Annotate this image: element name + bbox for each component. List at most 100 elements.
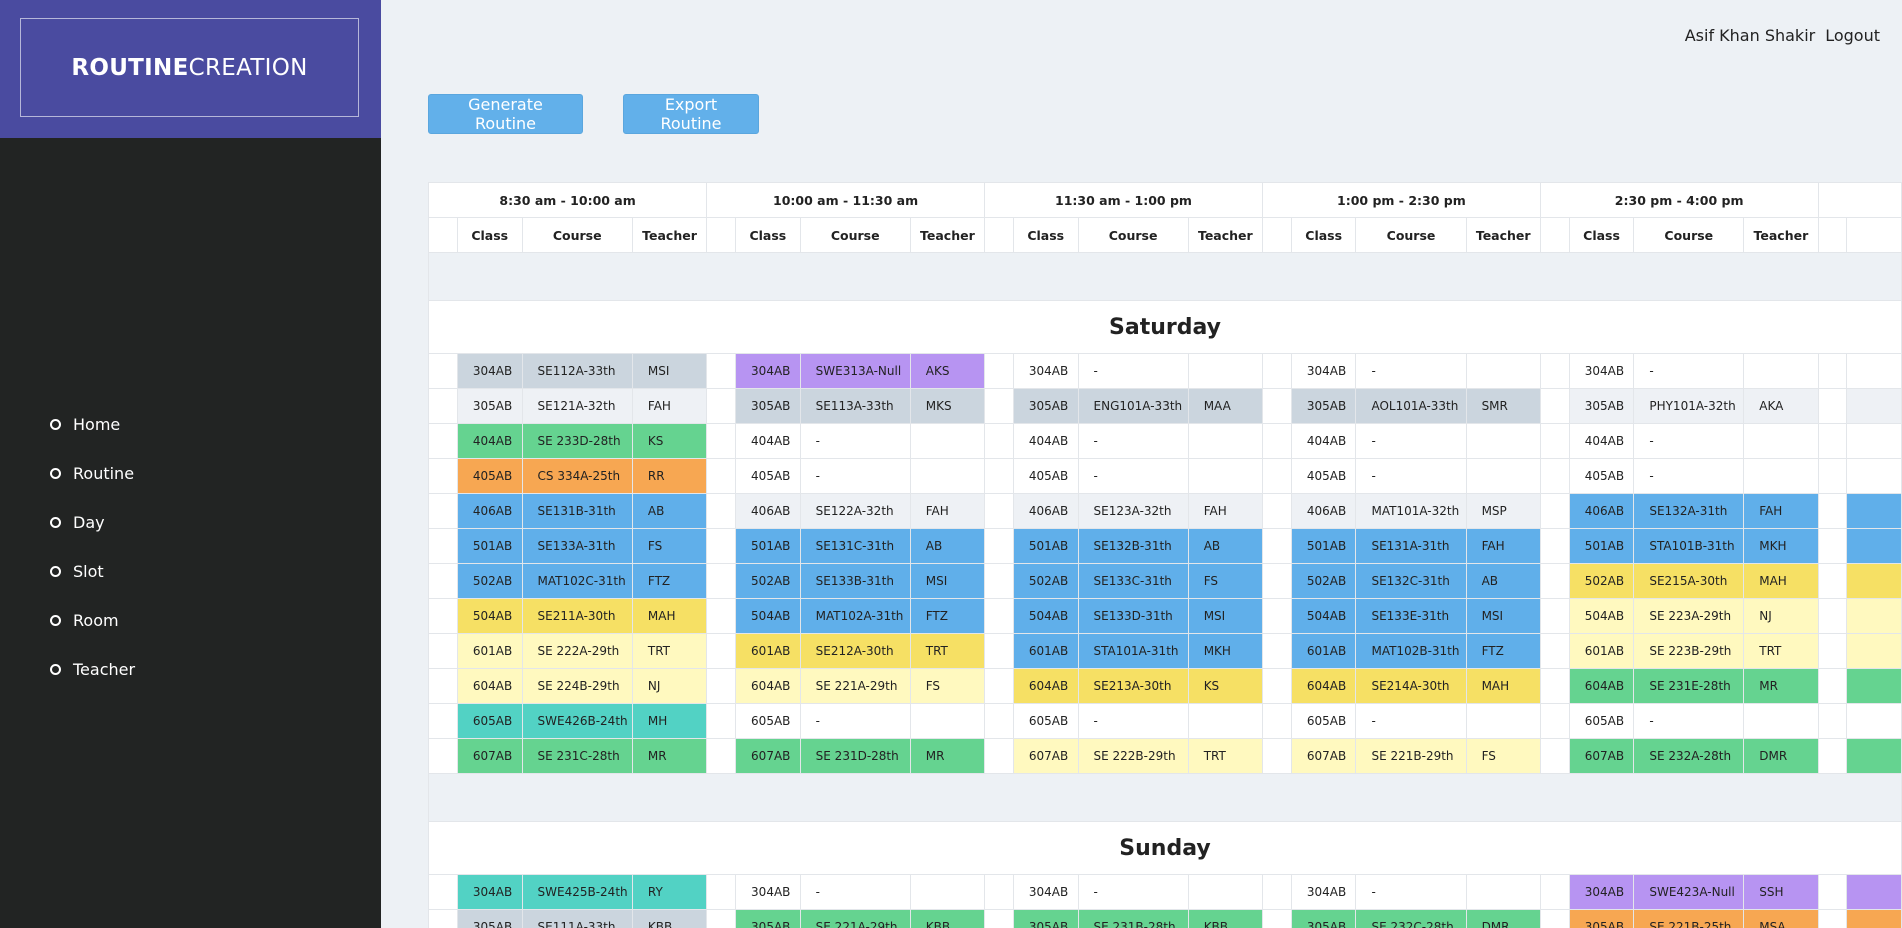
teacher-cell[interactable]: TRT — [1187, 738, 1263, 774]
course-cell[interactable]: SE 221B-29th — [1355, 738, 1467, 774]
teacher-cell[interactable]: MR — [631, 738, 708, 774]
class-cell[interactable]: 604AB — [1290, 668, 1357, 704]
nav-item-slot[interactable]: Slot — [50, 547, 135, 596]
teacher-cell[interactable]: TRT — [909, 633, 986, 669]
routine-table-container[interactable]: 8:30 am - 10:00 am 10:00 am - 11:30 am 11:… — [428, 182, 1902, 928]
class-cell[interactable]: 405AB — [735, 458, 801, 494]
teacher-cell[interactable]: MKS — [909, 388, 986, 424]
course-cell[interactable]: CS 334A-25th — [521, 458, 633, 494]
course-cell[interactable]: - — [1077, 703, 1189, 739]
class-cell[interactable]: 501AB — [735, 528, 801, 564]
class-cell[interactable]: 405AB — [456, 458, 523, 494]
class-cell[interactable]: 305AB — [1568, 388, 1635, 424]
teacher-cell[interactable] — [909, 874, 986, 910]
course-cell[interactable]: SE131B-31th — [521, 493, 633, 529]
course-cell[interactable]: SE 231E-28th — [1633, 668, 1745, 704]
class-cell[interactable]: 304AB — [456, 353, 523, 389]
class-cell[interactable]: 305AB — [1012, 388, 1079, 424]
teacher-cell[interactable] — [1187, 458, 1263, 494]
teacher-cell[interactable]: SSH — [1743, 874, 1819, 910]
class-cell[interactable]: 601AB — [1568, 633, 1635, 669]
teacher-cell[interactable] — [1187, 353, 1263, 389]
teacher-cell[interactable] — [1465, 353, 1541, 389]
course-cell[interactable]: SE 232A-28th — [1633, 738, 1745, 774]
class-cell[interactable]: 405AB — [1290, 458, 1357, 494]
course-cell[interactable]: SE 224B-29th — [521, 668, 633, 704]
class-cell[interactable]: 604AB — [456, 668, 523, 704]
course-cell[interactable]: - — [799, 423, 911, 459]
teacher-cell[interactable]: FTZ — [1465, 633, 1541, 669]
teacher-cell[interactable]: FTZ — [631, 563, 708, 599]
class-cell[interactable]: 502AB — [735, 563, 801, 599]
course-cell[interactable]: SE214A-30th — [1355, 668, 1467, 704]
course-cell[interactable]: - — [1077, 874, 1189, 910]
class-cell[interactable]: 601AB — [735, 633, 801, 669]
course-cell[interactable]: SE132C-31th — [1355, 563, 1467, 599]
teacher-cell[interactable] — [909, 458, 986, 494]
course-cell[interactable]: - — [799, 874, 911, 910]
nav-item-teacher[interactable]: Teacher — [50, 645, 135, 694]
teacher-cell[interactable]: FAH — [631, 388, 708, 424]
teacher-cell[interactable]: MKH — [1187, 633, 1263, 669]
course-cell[interactable]: SE122A-32th — [799, 493, 911, 529]
course-cell[interactable]: SE132A-31th — [1633, 493, 1745, 529]
course-cell[interactable]: STA101B-31th — [1633, 528, 1745, 564]
teacher-cell[interactable]: MSI — [1187, 598, 1263, 634]
user-name[interactable]: Asif Khan Shakir — [1685, 26, 1816, 45]
course-cell[interactable]: SE133C-31th — [1077, 563, 1189, 599]
class-cell[interactable]: 305AB — [1568, 909, 1635, 928]
teacher-cell[interactable] — [909, 703, 986, 739]
teacher-cell[interactable]: NJ — [1743, 598, 1819, 634]
class-cell[interactable]: 406AB — [1290, 493, 1357, 529]
class-cell[interactable]: 605AB — [1012, 703, 1079, 739]
course-cell[interactable]: SE 222B-29th — [1077, 738, 1189, 774]
teacher-cell[interactable]: MSI — [631, 353, 708, 389]
class-cell[interactable]: 406AB — [735, 493, 801, 529]
course-cell[interactable]: MAT101A-32th — [1355, 493, 1467, 529]
class-cell[interactable]: 501AB — [1290, 528, 1357, 564]
teacher-cell[interactable]: FS — [631, 528, 708, 564]
course-cell[interactable]: PHY101A-32th — [1633, 388, 1745, 424]
class-cell[interactable]: 501AB — [1012, 528, 1079, 564]
teacher-cell[interactable]: FAH — [1743, 493, 1819, 529]
course-cell[interactable]: SE131A-31th — [1355, 528, 1467, 564]
class-cell[interactable]: 305AB — [1290, 909, 1357, 928]
course-cell[interactable]: MAT102A-31th — [799, 598, 911, 634]
teacher-cell[interactable] — [1465, 703, 1541, 739]
teacher-cell[interactable]: KBB — [631, 909, 708, 928]
teacher-cell[interactable]: FTZ — [909, 598, 986, 634]
class-cell[interactable]: 501AB — [456, 528, 523, 564]
teacher-cell[interactable]: AB — [909, 528, 986, 564]
course-cell[interactable]: SWE426B-24th — [521, 703, 633, 739]
class-cell[interactable]: 304AB — [735, 874, 801, 910]
teacher-cell[interactable]: DMR — [1465, 909, 1541, 928]
nav-item-home[interactable]: Home — [50, 400, 135, 449]
class-cell[interactable]: 404AB — [735, 423, 801, 459]
generate-routine-button[interactable]: Generate Routine — [428, 94, 583, 134]
class-cell[interactable]: 404AB — [1568, 423, 1635, 459]
teacher-cell[interactable]: AKA — [1743, 388, 1819, 424]
class-cell[interactable]: 504AB — [1012, 598, 1079, 634]
teacher-cell[interactable] — [1187, 703, 1263, 739]
class-cell[interactable]: 304AB — [1568, 874, 1635, 910]
teacher-cell[interactable]: TRT — [631, 633, 708, 669]
teacher-cell[interactable]: AKS — [909, 353, 986, 389]
teacher-cell[interactable]: TRT — [1743, 633, 1819, 669]
nav-item-room[interactable]: Room — [50, 596, 135, 645]
teacher-cell[interactable]: RY — [631, 874, 708, 910]
teacher-cell[interactable]: MSI — [1465, 598, 1541, 634]
class-cell[interactable]: 304AB — [1568, 353, 1635, 389]
teacher-cell[interactable]: NJ — [631, 668, 708, 704]
course-cell[interactable]: SE112A-33th — [521, 353, 633, 389]
class-cell[interactable]: 504AB — [1290, 598, 1357, 634]
teacher-cell[interactable] — [1465, 874, 1541, 910]
teacher-cell[interactable]: MAH — [631, 598, 708, 634]
course-cell[interactable]: SE113A-33th — [799, 388, 911, 424]
class-cell[interactable]: 607AB — [1012, 738, 1079, 774]
teacher-cell[interactable]: KS — [631, 423, 708, 459]
class-cell[interactable]: 305AB — [735, 909, 801, 928]
app-logo[interactable]: ROUTINE CREATION — [20, 18, 359, 117]
course-cell[interactable]: AOL101A-33th — [1355, 388, 1467, 424]
course-cell[interactable]: SE121A-32th — [521, 388, 633, 424]
class-cell[interactable]: 605AB — [1290, 703, 1357, 739]
